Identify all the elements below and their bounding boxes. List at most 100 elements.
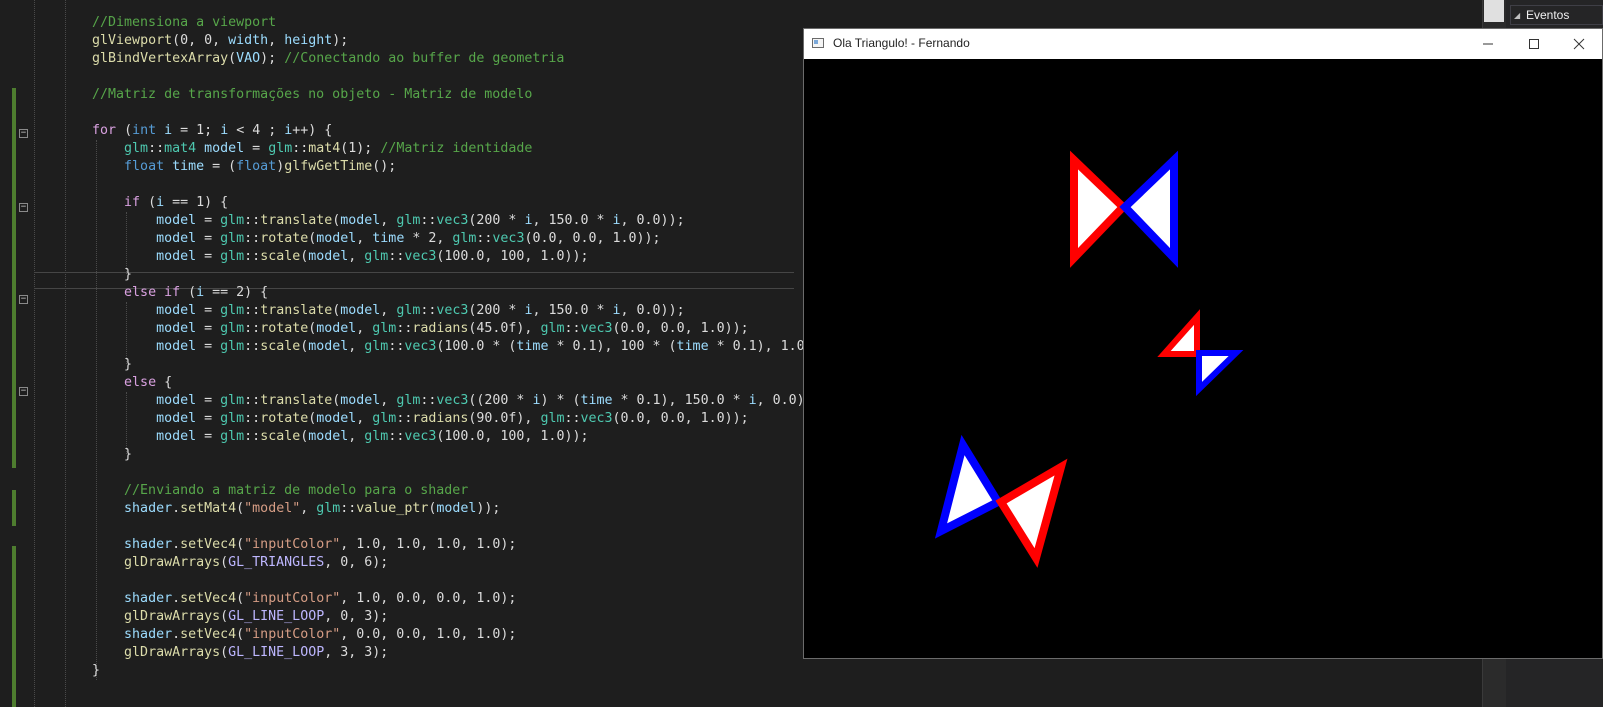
code-token: :: [244,231,261,246]
code-token: , [348,429,365,444]
code-token: == 2) { [204,285,269,300]
code-line[interactable]: } [60,356,132,374]
code-line[interactable]: glDrawArrays(GL_LINE_LOOP, 0, 3); [60,608,388,626]
code-token: ); [260,51,285,66]
code-line[interactable]: shader.setVec4("inputColor", 1.0, 0.0, 0… [60,590,516,608]
code-token: * 0.1), 100 * ( [548,339,677,354]
code-token: height [284,33,333,48]
code-line[interactable]: for (int i = 1; i < 4 ; i++) { [60,122,332,140]
maximize-button[interactable] [1511,29,1557,59]
code-token: :: [388,249,405,264]
code-token: , [356,231,373,246]
collapse-arrow-icon[interactable]: ◢ [1514,11,1520,20]
change-indicator [12,88,16,468]
code-line[interactable]: glViewport(0, 0, width, height); [60,32,348,50]
opengl-window[interactable]: Ola Triangulo! - Fernando [803,28,1603,659]
code-line[interactable]: model = glm::scale(model, glm::vec3(100.… [60,338,829,356]
code-line[interactable]: shader.setVec4("inputColor", 0.0, 0.0, 1… [60,626,516,644]
code-line[interactable]: glDrawArrays(GL_TRIANGLES, 0, 6); [60,554,388,572]
code-token: //Matriz identidade [380,141,533,156]
code-line[interactable]: float time = (float)glfwGetTime(); [60,158,396,176]
code-token: = [196,339,221,354]
editor-gutter: − − − − [0,0,34,707]
code-line[interactable]: model = glm::rotate(model, glm::radians(… [60,410,749,428]
code-line[interactable]: glDrawArrays(GL_LINE_LOOP, 3, 3); [60,644,388,662]
close-button[interactable] [1556,29,1602,59]
code-line[interactable]: model = glm::translate(model, glm::vec3(… [60,212,685,230]
code-line[interactable]: model = glm::rotate(model, glm::radians(… [60,320,749,338]
code-token: = [196,231,221,246]
code-token: ); [332,33,349,48]
code-line[interactable]: //Enviando a matriz de modelo para o sha… [60,482,468,500]
fold-collapse-icon[interactable]: − [19,295,28,304]
code-token: model [156,429,197,444]
minimize-button[interactable] [1465,29,1511,59]
render-canvas[interactable] [804,59,1602,658]
code-token: . [172,537,181,552]
fold-collapse-icon[interactable]: − [19,129,28,138]
code-token: glm [220,249,245,264]
code-token: glm [396,303,421,318]
code-token: shader [124,591,173,606]
code-line[interactable]: glm::mat4 model = glm::mat4(1); //Matriz… [60,140,532,158]
code-token: :: [420,213,437,228]
code-line[interactable]: } [60,446,132,464]
code-token: :: [148,141,165,156]
code-line[interactable]: } [60,266,132,284]
events-panel-header[interactable]: ◢ Eventos [1510,5,1603,25]
code-token: i [196,285,205,300]
scrollbar-thumb[interactable] [1484,0,1504,22]
code-token: if [164,285,181,300]
code-token: glDrawArrays [124,555,221,570]
code-line[interactable]: shader.setVec4("inputColor", 1.0, 1.0, 1… [60,536,516,554]
code-line[interactable]: //Matriz de transformações no objeto - M… [60,86,532,104]
code-token: :: [396,411,413,426]
code-line[interactable]: } [60,662,100,680]
code-token: if [124,195,141,210]
code-token: shader [124,501,173,516]
code-token: glm [220,411,245,426]
code-token: , [380,213,397,228]
code-token: "inputColor" [244,537,341,552]
code-token: model [340,213,381,228]
code-token: model [156,249,197,264]
code-line[interactable]: glBindVertexArray(VAO); //Conectando ao … [60,50,564,68]
code-token: model [340,393,381,408]
code-token: setVec4 [180,627,237,642]
code-token: (200 * [468,213,525,228]
code-token: //Enviando a matriz de modelo para o sha… [60,483,469,498]
code-token: glm [220,231,245,246]
code-token: glm [452,231,477,246]
code-token: (0.0, 0.0, 1.0)); [524,231,661,246]
code-token: . [172,627,181,642]
code-token: time [372,231,405,246]
code-token: (90.0f), [468,411,541,426]
code-line[interactable]: else if (i == 2) { [60,284,268,302]
code-token: glm [364,339,389,354]
code-line[interactable]: model = glm::scale(model, glm::vec3(100.… [60,428,588,446]
code-line[interactable]: if (i == 1) { [60,194,228,212]
code-line[interactable]: //Dimensiona a viewport [60,14,276,32]
code-token: glDrawArrays [124,645,221,660]
fold-collapse-icon[interactable]: − [19,387,28,396]
code-line[interactable]: shader.setMat4("model", glm::value_ptr(m… [60,500,500,518]
code-token: translate [260,393,333,408]
code-line[interactable]: model = glm::rotate(model, time * 2, glm… [60,230,661,248]
code-line[interactable]: model = glm::translate(model, glm::vec3(… [60,302,685,320]
code-line[interactable]: model = glm::translate(model, glm::vec3(… [60,392,821,410]
code-token: model [156,321,197,336]
code-line[interactable]: model = glm::scale(model, glm::vec3(100.… [60,248,588,266]
bowtie-1 [1070,150,1178,268]
code-token: rotate [260,231,309,246]
fold-collapse-icon[interactable]: − [19,203,28,212]
code-token: model [316,231,357,246]
window-titlebar[interactable]: Ola Triangulo! - Fernando [804,29,1602,59]
code-token: mat4 [164,141,197,156]
code-line[interactable]: else { [60,374,172,392]
blue-outlined-triangle [934,434,1004,539]
